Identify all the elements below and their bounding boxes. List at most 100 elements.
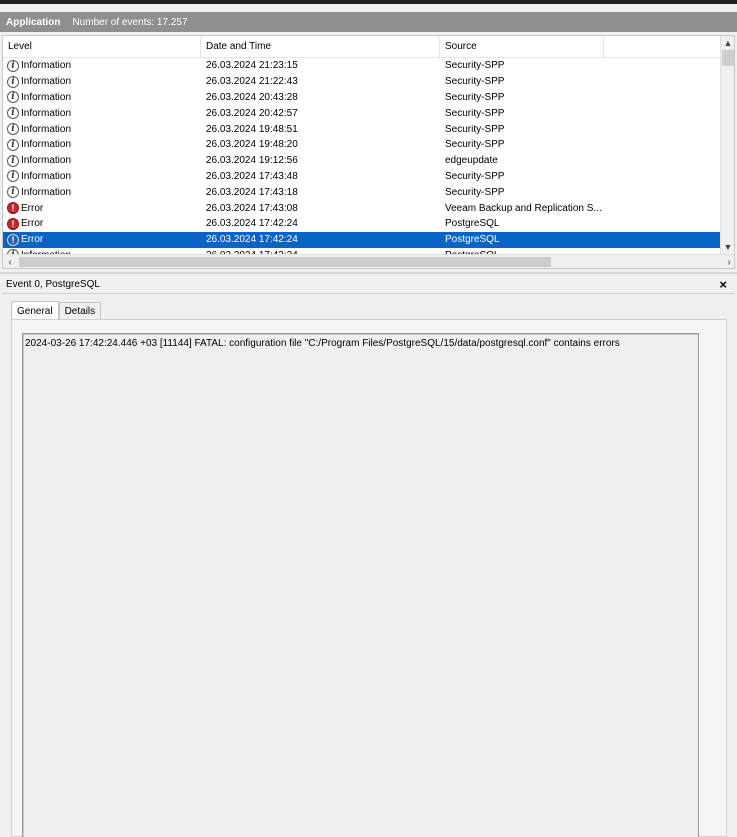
level-text: Information [21, 91, 72, 103]
table-row[interactable]: ! Error 26.03.2024 17:42:24 PostgreSQL [3, 231, 721, 248]
cell-date: 26.03.2024 19:48:51 [206, 123, 298, 135]
cell-level: ! Error [3, 202, 201, 215]
table-row[interactable]: i Information 26.03.2024 19:48:20 Security-… [3, 137, 721, 153]
scroll-right-icon[interactable]: › [722, 255, 734, 268]
level-text: Error [21, 234, 44, 246]
tab-details[interactable]: Details [58, 302, 102, 320]
cell-date: 26.03.2024 17:43:48 [206, 170, 298, 182]
table-row[interactable]: ! Error 26.03.2024 17:43:08 Veeam Backup an… [3, 200, 721, 216]
info-icon: i [7, 123, 19, 136]
cell-source: PostgreSQL [445, 234, 500, 246]
close-icon[interactable]: × [719, 277, 727, 292]
cell-date: 26.03.2024 17:42:24 [206, 234, 298, 246]
column-header-source[interactable]: Source [440, 36, 604, 58]
column-header-row: Level Date and Time Source [3, 36, 721, 58]
cell-date: 26.03.2024 19:48:20 [206, 139, 298, 151]
level-text: Information [21, 107, 72, 119]
detail-tabs: General Details [11, 301, 102, 320]
info-icon: i [7, 138, 19, 151]
level-text: Information [21, 60, 72, 72]
info-icon: i [7, 91, 19, 104]
log-header: Application Number of events: 17.257 [0, 12, 737, 32]
info-icon: i [7, 170, 19, 183]
vertical-scroll-thumb[interactable] [722, 50, 734, 66]
cell-source: Security-SPP [445, 107, 505, 119]
cell-date: 26.03.2024 17:43:08 [206, 202, 298, 214]
level-text: Information [21, 155, 72, 167]
horizontal-scroll-thumb[interactable] [19, 257, 551, 267]
cell-level: iInformation [3, 154, 201, 167]
cell-date: 26.03.2024 21:22:43 [206, 76, 298, 88]
cell-source: Veeam Backup and Replication S... [445, 202, 602, 214]
scroll-left-icon[interactable]: ‹ [3, 255, 17, 268]
table-row[interactable]: ! Error 26.03.2024 17:42:24 PostgreSQL [3, 216, 721, 232]
table-row[interactable]: i Information 26.03.2024 21:22:43 Security-… [3, 74, 721, 90]
cell-source: Security-SPP [445, 186, 505, 198]
info-icon: i [7, 59, 19, 72]
table-row[interactable]: i Information 26.03.2024 19:12:56 edgeupdat… [3, 153, 721, 169]
cell-level: iInformation [3, 123, 201, 136]
column-header-blank [604, 36, 721, 58]
vertical-scrollbar[interactable]: ▲ ▼ [720, 36, 734, 254]
level-text: Information [21, 123, 72, 135]
event-list[interactable]: Level Date and Time Source i Information 2… [2, 35, 735, 269]
log-title: Application [6, 16, 61, 28]
cell-source: Security-SPP [445, 91, 505, 103]
info-icon: i [7, 75, 19, 88]
column-header-level[interactable]: Level [3, 36, 201, 58]
cell-source: Security-SPP [445, 76, 505, 88]
cell-level: ! Error [3, 233, 201, 246]
table-row[interactable]: i Information 26.03.2024 21:23:15 Security-… [3, 58, 721, 74]
column-header-date[interactable]: Date and Time [201, 36, 440, 58]
table-row[interactable]: i Information 26.03.2024 17:43:18 Security-… [3, 184, 721, 200]
info-icon: i [7, 154, 19, 167]
scroll-up-icon[interactable]: ▲ [721, 36, 734, 50]
cell-source: Security-SPP [445, 60, 505, 72]
level-text: Information [21, 186, 72, 198]
event-rows: i Information 26.03.2024 21:23:15 Security-… [3, 58, 721, 254]
tab-general[interactable]: General [11, 301, 59, 320]
cell-date: 26.03.2024 17:42:24 [206, 218, 298, 230]
level-text: Error [21, 202, 44, 214]
cell-date: 26.03.2024 21:23:15 [206, 60, 298, 72]
level-text: Information [21, 170, 72, 182]
cell-source: Security-SPP [445, 170, 505, 182]
level-text: Information [21, 139, 72, 151]
cell-level: iInformation [3, 107, 201, 120]
event-message-box[interactable]: 2024-03-26 17:42:24.446 +03 [11144] FATA… [22, 333, 699, 837]
level-text: Error [21, 218, 44, 230]
cell-level: iInformation [3, 186, 201, 199]
cell-date: 26.03.2024 19:12:56 [206, 155, 298, 167]
event-detail-header: Event 0, PostgreSQL × [2, 276, 735, 294]
event-detail-title: Event 0, PostgreSQL [6, 279, 100, 290]
cell-level: iInformation [3, 170, 201, 183]
table-row[interactable]: i Information 26.03.2024 20:42:57 Security-… [3, 105, 721, 121]
level-text: Information [21, 76, 72, 88]
cell-source: Security-SPP [445, 139, 505, 151]
cell-source: edgeupdate [445, 155, 498, 167]
error-icon: ! [7, 233, 19, 246]
table-row[interactable]: i Information 26.03.2024 20:43:28 Security-… [3, 90, 721, 106]
cell-date: 26.03.2024 20:42:57 [206, 107, 298, 119]
table-row[interactable]: i Information 26.03.2024 19:48:51 Security-… [3, 121, 721, 137]
event-count: Number of events: 17.257 [72, 16, 188, 28]
cell-date: 26.03.2024 20:43:28 [206, 91, 298, 103]
cell-date: 26.03.2024 17:43:18 [206, 186, 298, 198]
cell-level: iInformation [3, 59, 201, 72]
cell-level: iInformation [3, 138, 201, 151]
cell-level: iInformation [3, 91, 201, 104]
scroll-down-icon[interactable]: ▼ [721, 240, 734, 254]
cell-level: ! Error [3, 217, 201, 230]
pane-splitter[interactable] [0, 272, 737, 274]
error-icon: ! [7, 217, 19, 230]
error-icon: ! [7, 202, 19, 215]
info-icon: i [7, 186, 19, 199]
window-top-border [0, 0, 737, 4]
general-tab-panel: 2024-03-26 17:42:24.446 +03 [11144] FATA… [11, 319, 727, 837]
horizontal-scrollbar[interactable]: ‹ › [3, 254, 734, 268]
cell-source: PostgreSQL [445, 218, 500, 230]
cell-level: iInformation [3, 75, 201, 88]
cell-source: Security-SPP [445, 123, 505, 135]
info-icon: i [7, 107, 19, 120]
table-row[interactable]: i Information 26.03.2024 17:43:48 Security-… [3, 169, 721, 185]
